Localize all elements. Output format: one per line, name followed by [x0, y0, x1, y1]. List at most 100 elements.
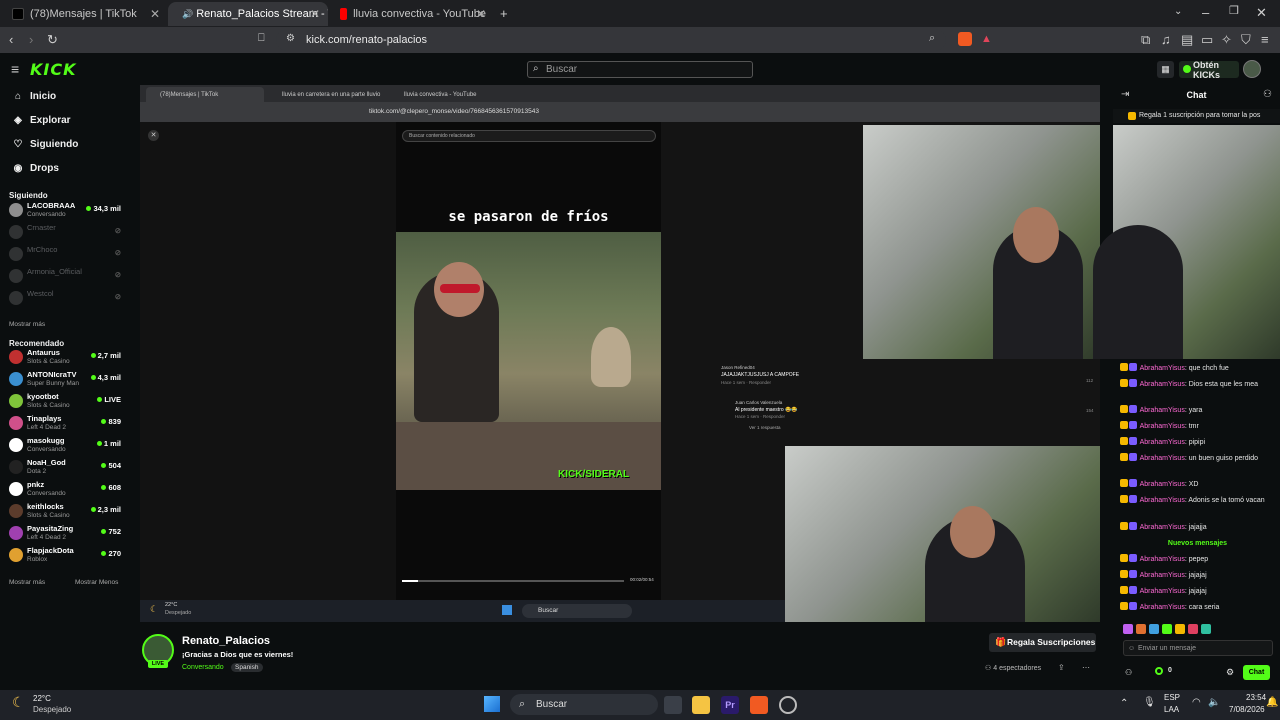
taskbar-search[interactable]: ⌕ Buscar [510, 694, 658, 715]
new-tab-icon[interactable]: + [500, 7, 508, 20]
chat-username[interactable]: AbrahamYisus [1140, 556, 1185, 563]
bookmark-icon[interactable]: ⎕ [258, 33, 265, 44]
close-icon[interactable]: ✕ [310, 7, 320, 21]
brave-shield-icon[interactable] [958, 32, 972, 46]
tab-kick[interactable]: 🔊 Renato_Palacios Stream - Wa ✕ [168, 2, 328, 26]
search-input[interactable]: ⌕ Buscar [527, 61, 753, 78]
browse-icon[interactable]: ▦ [1157, 61, 1174, 78]
chat-users-icon[interactable]: ⚇ [1263, 90, 1272, 100]
extensions-icon[interactable]: ⧉ [1141, 33, 1150, 46]
channel-item[interactable]: LACOBRAAA Conversando 34,3 mil [9, 200, 121, 222]
close-icon[interactable]: ✕ [476, 7, 486, 21]
share-icon[interactable]: ⇪ [1058, 663, 1065, 672]
vpn-icon[interactable]: ⛉ [1241, 33, 1251, 46]
sidebar-icon[interactable]: ▤ [1181, 33, 1193, 46]
emote-icon[interactable] [1136, 624, 1146, 634]
language-tag[interactable]: Spanish [231, 663, 263, 672]
kick-logo[interactable]: KICK [30, 60, 77, 79]
channel-item[interactable]: kyootbot Slots & Casino LIVE [9, 391, 121, 413]
microphone-icon[interactable]: 🎙 [1143, 697, 1156, 708]
maximize-icon[interactable]: ❐ [1229, 6, 1239, 17]
close-icon[interactable]: ✕ [150, 7, 160, 21]
hamburger-menu-icon[interactable]: ≡ [11, 62, 19, 76]
back-icon[interactable]: ‹ [9, 33, 13, 46]
brave-rewards-icon[interactable]: ▲ [981, 33, 992, 45]
channel-item[interactable]: masokugg Conversando 1 mil [9, 435, 121, 457]
emote-icon[interactable] [1175, 624, 1185, 634]
channel-item[interactable]: NoaH_God Dota 2 504 [9, 457, 121, 479]
file-explorer-icon[interactable] [692, 696, 710, 714]
task-view-icon[interactable] [664, 696, 682, 714]
weather-desc[interactable]: Despejado [33, 705, 71, 714]
channel-item[interactable]: Armonia_Official ⊘ [9, 266, 121, 288]
streamer-name[interactable]: Renato_Palacios [182, 635, 270, 647]
channel-item[interactable]: keithlocks Slots & Casino 2,3 mil [9, 501, 121, 523]
weather-temp[interactable]: 22°C [33, 694, 51, 703]
wifi-icon[interactable]: ◠ [1192, 697, 1201, 708]
chat-username[interactable]: AbrahamYisus [1140, 604, 1185, 611]
chat-username[interactable]: AbrahamYisus [1140, 524, 1185, 531]
chat-username[interactable]: AbrahamYisus [1140, 588, 1185, 595]
premiere-icon[interactable]: Pr [721, 696, 739, 714]
chat-username[interactable]: AbrahamYisus [1140, 572, 1185, 579]
chat-username[interactable]: AbrahamYisus [1140, 455, 1185, 462]
channel-item[interactable]: Westcol ⊘ [9, 288, 121, 310]
chat-username[interactable]: AbrahamYisus [1140, 439, 1185, 446]
chat-username[interactable]: AbrahamYisus [1140, 407, 1185, 414]
send-chat-button[interactable]: Chat [1243, 665, 1270, 680]
channel-item[interactable]: Tinaplays Left 4 Dead 2 839 [9, 413, 121, 435]
chat-username[interactable]: AbrahamYisus [1140, 481, 1185, 488]
chevron-down-icon[interactable]: ⌄ [1174, 7, 1182, 17]
tab-tiktok[interactable]: (78)Mensajes | TikTok ✕ [4, 2, 168, 26]
more-options-icon[interactable]: ⋯ [1082, 663, 1090, 672]
reload-icon[interactable]: ↻ [47, 33, 58, 46]
ai-icon[interactable]: ✧ [1221, 33, 1232, 46]
chat-username[interactable]: AbrahamYisus [1140, 365, 1185, 372]
kicks-icon[interactable]: ⚇ [1125, 668, 1132, 677]
emote-icon[interactable] [1123, 624, 1133, 634]
chrome-icon[interactable] [779, 696, 797, 714]
minimize-icon[interactable]: – [1202, 6, 1209, 19]
menu-icon[interactable]: ≡ [1261, 33, 1269, 46]
emote-icon[interactable] [1201, 624, 1211, 634]
show-less-button[interactable]: Mostrar Menos [75, 579, 118, 586]
emote-icon[interactable] [1149, 624, 1159, 634]
channel-item[interactable]: PayasitaZing Left 4 Dead 2 752 [9, 523, 121, 545]
nav-following[interactable]: ♡ Siguiendo [12, 139, 79, 150]
site-info-icon[interactable]: ⚙ [286, 34, 295, 44]
settings-icon[interactable]: ⚙ [1226, 667, 1234, 678]
emote-picker-icon[interactable]: ☺ [1128, 641, 1135, 656]
channel-item[interactable]: Crnaster ⊘ [9, 222, 121, 244]
wallet-icon[interactable]: ▭ [1201, 33, 1213, 46]
get-kicks-button[interactable]: Obtén KICKs [1179, 60, 1239, 80]
show-more-recommended[interactable]: Mostrar más [9, 579, 45, 586]
music-icon[interactable]: ♫ [1161, 33, 1171, 46]
clock-date[interactable]: 7/08/2026 [1229, 705, 1265, 714]
stream-category[interactable]: Conversando [182, 664, 224, 671]
nav-drops[interactable]: ◉ Drops [12, 163, 59, 174]
video-player[interactable]: (78)Mensajes | TikTok lluvia en carreter… [140, 85, 1100, 622]
channel-item[interactable]: Antaurus Slots & Casino 2,7 mil [9, 347, 121, 369]
channel-item[interactable]: pnkz Conversando 608 [9, 479, 121, 501]
clock-time[interactable]: 23:54 [1246, 693, 1266, 702]
channel-item[interactable]: MrChoco ⊘ [9, 244, 121, 266]
show-more-following[interactable]: Mostrar más [9, 321, 45, 328]
volume-icon[interactable]: 🔈 [1208, 697, 1220, 708]
windows-start-icon[interactable] [484, 696, 500, 712]
emote-bar[interactable] [1123, 624, 1273, 636]
language-indicator[interactable]: ESP [1164, 693, 1180, 702]
zoom-icon[interactable]: ⌕ [929, 33, 935, 44]
user-avatar[interactable] [1243, 60, 1261, 78]
forward-icon[interactable]: › [29, 33, 33, 46]
nav-explore[interactable]: ◈ Explorar [12, 115, 70, 126]
nav-home[interactable]: ⌂ Inicio [12, 91, 56, 102]
chat-username[interactable]: AbrahamYisus [1140, 497, 1185, 504]
chat-username[interactable]: AbrahamYisus [1140, 423, 1185, 430]
channel-item[interactable]: ANTONIcraTV Super Bunny Man 4,3 mil [9, 369, 121, 391]
emote-icon[interactable] [1162, 624, 1172, 634]
chat-input[interactable]: ☺ Enviar un mensaje [1123, 640, 1273, 656]
channel-item[interactable]: FlapjackDota Roblox 270 [9, 545, 121, 567]
chat-username[interactable]: AbrahamYisus [1140, 381, 1185, 388]
layout-indicator[interactable]: LAA [1164, 705, 1179, 714]
pinned-banner[interactable]: Regala 1 suscripción para tomar la pos [1113, 109, 1280, 123]
